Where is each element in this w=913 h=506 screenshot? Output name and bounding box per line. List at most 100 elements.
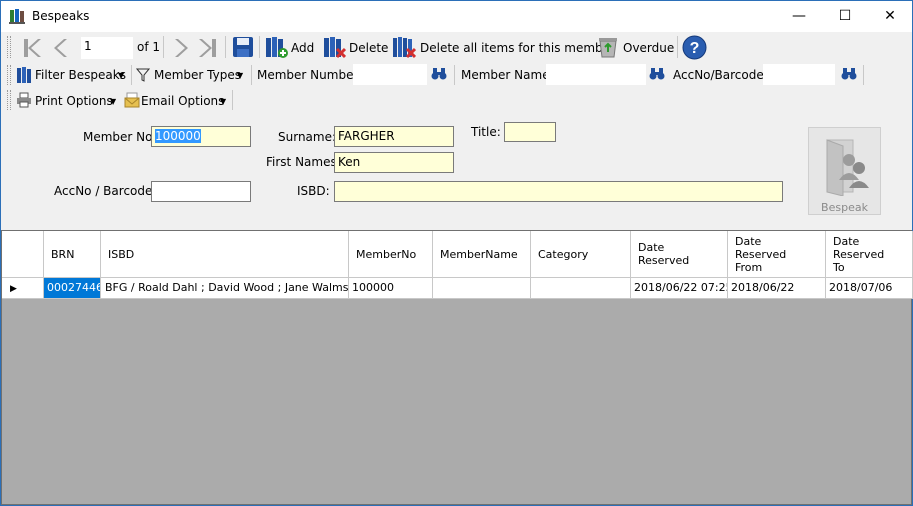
member-no-field[interactable]: 100000 (151, 126, 251, 147)
email-options-dropdown[interactable]: Email Options ▼ (124, 89, 230, 111)
cell-membername[interactable] (433, 278, 531, 299)
toolbar-separator (454, 65, 455, 85)
minimize-button[interactable]: — (776, 1, 822, 32)
filter-bespeaks-dropdown[interactable]: Filter Bespeaks ▼ (16, 64, 128, 86)
chevron-down-icon: ▼ (237, 71, 244, 80)
bespeak-label: Bespeak (821, 201, 868, 214)
column-header-date-reserved-from[interactable]: Date Reserved From (728, 231, 826, 278)
save-icon[interactable] (231, 35, 255, 59)
close-button[interactable]: ✕ (867, 1, 913, 32)
email-options-label: Email Options (141, 94, 225, 108)
title-bar[interactable]: Bespeaks — ☐ ✕ (1, 1, 912, 32)
column-header-membername[interactable]: MemberName (433, 231, 531, 278)
toolbar-grip[interactable] (7, 90, 11, 110)
member-number-input[interactable] (353, 64, 427, 85)
accno-barcode-label: AccNo/Barcode (673, 68, 764, 82)
cell-category[interactable] (531, 278, 631, 299)
overdue-label: Overdue (623, 41, 675, 55)
funnel-icon (136, 68, 150, 82)
column-header-date-reserved[interactable]: Date Reserved (631, 231, 728, 278)
chevron-down-icon: ▼ (118, 71, 125, 80)
member-no-label: Member No: (83, 130, 157, 144)
grid-header: BRN ISBD MemberNo MemberName Category Da… (2, 231, 913, 278)
close-icon: ✕ (884, 8, 896, 24)
bespeaks-grid: BRN ISBD MemberNo MemberName Category Da… (1, 230, 913, 505)
filter-bespeaks-label: Filter Bespeaks (35, 68, 126, 82)
toolbar-separator (163, 36, 164, 58)
surname-field[interactable]: FARGHER (334, 126, 454, 147)
options-toolbar: Print Options ▼ Email Options ▼ (1, 87, 912, 112)
print-options-dropdown[interactable]: Print Options ▼ (16, 89, 120, 111)
cell-brn[interactable]: 00027446 (44, 278, 101, 299)
toolbar-separator (259, 36, 260, 58)
bespeak-button[interactable]: Bespeak (808, 127, 881, 215)
navigation-toolbar: 1 of 1 Add Delete Delete all items for t… (1, 32, 912, 63)
record-number-input[interactable]: 1 (81, 37, 133, 59)
help-icon[interactable]: ? (682, 35, 707, 60)
last-record-icon[interactable] (195, 36, 219, 60)
filter-book-icon (17, 67, 31, 83)
member-name-input[interactable] (546, 64, 646, 85)
isbd-field[interactable] (334, 181, 783, 202)
maximize-icon: ☐ (838, 8, 852, 24)
column-header-date-reserved-to[interactable]: Date Reserved To (826, 231, 913, 278)
cell-date-reserved[interactable]: 2018/06/22 07:25 (631, 278, 728, 299)
toolbar-separator (863, 65, 864, 85)
member-no-value: 100000 (155, 129, 201, 143)
column-header-isbd[interactable]: ISBD (101, 231, 349, 278)
member-number-label: Member Number (257, 68, 359, 82)
overdue-button[interactable]: Overdue (597, 34, 675, 60)
record-count-label: of 1 (137, 40, 161, 54)
add-label: Add (291, 41, 315, 55)
current-row-arrow-icon: ▶ (10, 284, 17, 294)
delete-all-button[interactable]: Delete all items for this member (392, 34, 615, 60)
title-label: Title: (471, 125, 501, 139)
binoculars-icon[interactable] (431, 67, 447, 81)
accno-barcode-search-input[interactable] (763, 64, 835, 85)
delete-all-label: Delete all items for this member (420, 41, 615, 55)
recycle-bin-icon (599, 38, 617, 58)
table-row[interactable]: ▶ 00027446 BFG / Roald Dahl ; David Wood… (2, 278, 913, 299)
first-record-icon[interactable] (21, 36, 45, 60)
svg-text:?: ? (690, 40, 700, 57)
cell-memberno[interactable]: 100000 (349, 278, 433, 299)
member-name-label: Member Name (461, 68, 550, 82)
minimize-icon: — (792, 8, 806, 24)
delete-button[interactable]: Delete (322, 34, 388, 60)
chevron-down-icon: ▼ (110, 97, 117, 106)
member-details-form: Member No: 100000 Surname: FARGHER Title… (1, 112, 912, 230)
title-field[interactable] (504, 122, 556, 142)
toolbar-grip[interactable] (7, 36, 11, 58)
binoculars-icon[interactable] (841, 67, 857, 81)
maximize-button[interactable]: ☐ (822, 1, 868, 32)
cell-isbd[interactable]: BFG / Roald Dahl ; David Wood ; Jane Wal… (101, 278, 349, 299)
isbd-label: ISBD: (297, 184, 330, 198)
print-options-label: Print Options (35, 94, 113, 108)
first-names-label: First Names: (266, 155, 341, 169)
previous-record-icon[interactable] (51, 36, 73, 60)
column-header-category[interactable]: Category (531, 231, 631, 278)
add-book-icon (266, 37, 288, 58)
column-header-brn[interactable]: BRN (44, 231, 101, 278)
toolbar-separator (677, 36, 678, 58)
add-button[interactable]: Add (264, 34, 316, 60)
first-names-field[interactable]: Ken (334, 152, 454, 173)
delete-book-icon (324, 37, 346, 59)
row-selector[interactable]: ▶ (2, 278, 44, 299)
cell-date-reserved-from[interactable]: 2018/06/22 (728, 278, 826, 299)
binoculars-icon[interactable] (649, 67, 665, 81)
accno-barcode-field[interactable] (151, 181, 251, 202)
email-icon (124, 92, 140, 108)
printer-icon (17, 92, 31, 108)
next-record-icon[interactable] (169, 36, 191, 60)
bespeak-people-icon (826, 139, 869, 196)
column-header-memberno[interactable]: MemberNo (349, 231, 433, 278)
toolbar-grip[interactable] (7, 65, 11, 85)
filter-toolbar: Filter Bespeaks ▼ Member Types ▼ Member … (1, 63, 912, 87)
toolbar-separator (225, 36, 226, 58)
member-types-dropdown[interactable]: Member Types ▼ (136, 64, 248, 86)
window-title: Bespeaks (32, 9, 90, 23)
cell-date-reserved-to[interactable]: 2018/07/06 (826, 278, 913, 299)
chevron-down-icon: ▼ (220, 97, 227, 106)
toolbar-separator (251, 65, 252, 85)
